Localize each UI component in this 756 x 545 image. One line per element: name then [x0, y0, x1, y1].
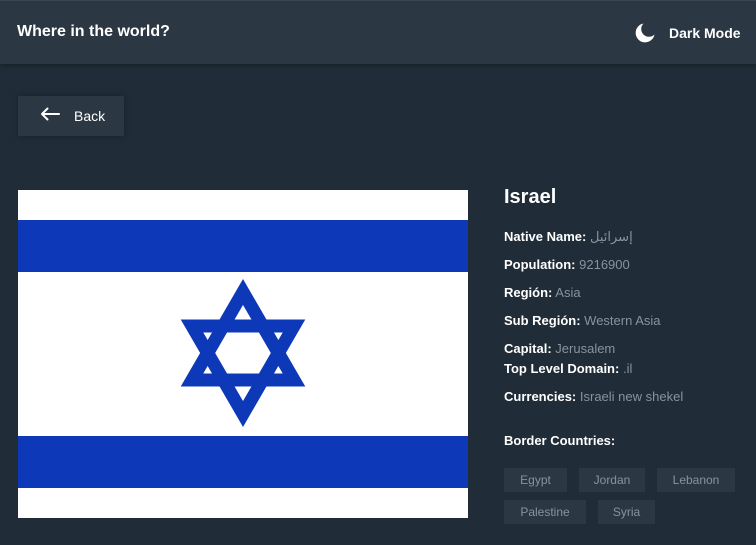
border-country-tag[interactable]: Palestine	[504, 500, 586, 524]
top-level-domain-row: Top Level Domain: .il	[504, 361, 632, 376]
dark-mode-toggle[interactable]: Dark Mode	[634, 22, 741, 44]
currencies-label: Currencies:	[504, 389, 577, 404]
native-name-row: Native Name: إسرائيل	[504, 229, 633, 245]
native-name-label: Native Name:	[504, 229, 587, 244]
app-header: Where in the world? Dark Mode	[0, 0, 756, 64]
border-country-tag[interactable]: Lebanon	[657, 468, 735, 492]
top-level-domain-label: Top Level Domain:	[504, 361, 620, 376]
native-name-value: إسرائيل	[590, 229, 633, 244]
country-name: Israel	[504, 186, 557, 208]
capital-label: Capital:	[504, 341, 552, 356]
app-title: Where in the world?	[17, 23, 170, 40]
sub-region-value: Western Asia	[584, 313, 661, 328]
population-value: 9216900	[579, 257, 630, 272]
region-value: Asia	[555, 285, 581, 300]
border-country-tag[interactable]: Jordan	[579, 468, 645, 492]
sub-region-label: Sub Región:	[504, 313, 581, 328]
region-row: Región: Asia	[504, 285, 581, 300]
arrow-left-icon	[40, 107, 60, 126]
dark-mode-label: Dark Mode	[669, 25, 741, 41]
top-level-domain-value: .il	[622, 361, 633, 376]
back-button[interactable]: Back	[18, 96, 124, 136]
population-label: Population:	[504, 257, 576, 272]
capital-value: Jerusalem	[555, 341, 616, 356]
region-label: Región:	[504, 285, 553, 300]
border-country-tag[interactable]: Syria	[598, 500, 655, 524]
flag-bottom-stripe	[18, 436, 468, 488]
border-countries-title: Border Countries:	[504, 433, 616, 448]
border-country-tag[interactable]: Egypt	[504, 468, 567, 492]
flag-top-stripe	[18, 220, 468, 272]
israel-flag-image	[18, 190, 468, 518]
sub-region-row: Sub Región: Western Asia	[504, 313, 661, 328]
country-flag	[18, 190, 468, 518]
population-row: Population: 9216900	[504, 257, 630, 272]
currencies-value: Israeli new shekel	[579, 389, 684, 404]
capital-row: Capital: Jerusalem	[504, 341, 615, 356]
moon-icon	[634, 22, 656, 44]
currencies-row: Currencies: Israeli new shekel	[504, 389, 683, 404]
back-label: Back	[74, 108, 106, 124]
